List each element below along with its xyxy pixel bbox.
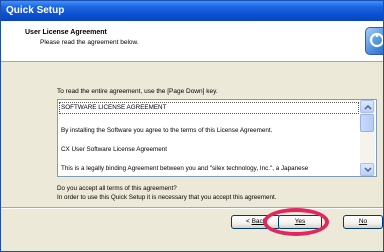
scroll-down-button[interactable]	[360, 163, 374, 176]
license-line-legal: This is a legally binding Agreement betw…	[61, 165, 309, 172]
license-text-area[interactable]: SOFTWARE LICENSE AGREEMENT By installing…	[58, 100, 359, 176]
license-text-box[interactable]: SOFTWARE LICENSE AGREEMENT By installing…	[57, 99, 377, 177]
setup-wizard-icon	[365, 27, 383, 55]
header-title: User License Agreement	[25, 29, 107, 36]
wizard-header: User License Agreement Please read the a…	[1, 21, 383, 62]
yes-button[interactable]: Yes	[278, 215, 322, 229]
page-down-instruction: To read the entire agreement, use the [P…	[57, 88, 218, 95]
title-bar[interactable]: Quick Setup	[1, 1, 383, 21]
license-line-product: CX User Software License Agreement	[61, 146, 168, 153]
header-subtitle: Please read the agreement below.	[40, 39, 139, 46]
quick-setup-window: Quick Setup User License Agreement Pleas…	[0, 0, 384, 252]
license-line-heading: SOFTWARE LICENSE AGREEMENT	[61, 104, 167, 111]
back-button-label: Back	[251, 218, 267, 225]
license-scrollbar[interactable]	[360, 100, 375, 176]
scroll-up-button[interactable]	[360, 100, 374, 113]
accept-requirement: In order to use this Quick Setup it is n…	[57, 194, 277, 201]
accept-question: Do you accept all terms of this agreemen…	[57, 185, 177, 192]
back-button[interactable]: < Back	[231, 215, 281, 229]
license-line-agree: By installing the Software you agree to …	[61, 127, 273, 134]
no-button[interactable]: No	[343, 215, 383, 229]
chevron-down-icon	[364, 167, 372, 173]
no-button-label: No	[358, 218, 368, 225]
yes-button-label: Yes	[294, 218, 306, 225]
window-title: Quick Setup	[6, 5, 65, 16]
scroll-thumb[interactable]	[360, 114, 374, 132]
chevron-up-icon	[364, 104, 372, 110]
footer-divider	[1, 207, 383, 209]
